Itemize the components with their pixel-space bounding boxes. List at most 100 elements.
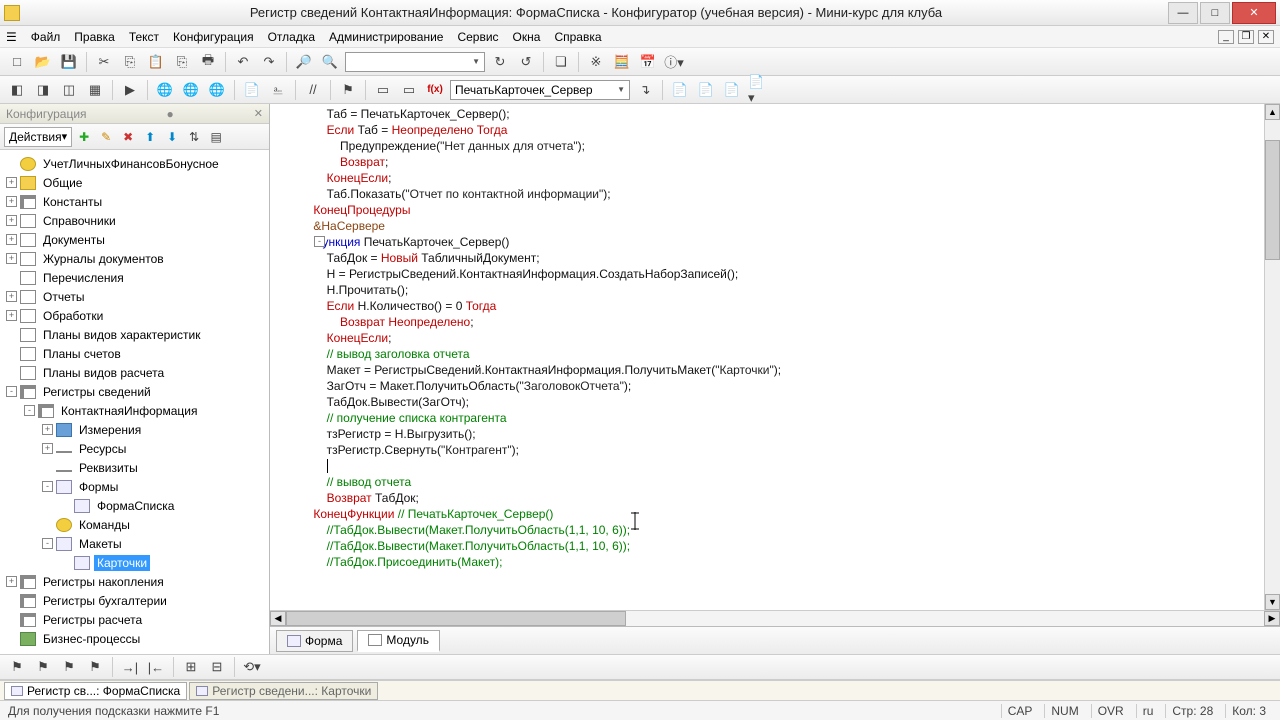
actions-dropdown[interactable]: Действия ▾ — [4, 127, 72, 147]
menu-text[interactable]: Текст — [129, 30, 159, 44]
doc-tab-2[interactable]: Регистр сведени...: Карточки — [189, 682, 378, 700]
tb2-icon-8[interactable]: 📄 — [241, 79, 263, 101]
mdi-close-button[interactable]: ✕ — [1258, 30, 1274, 44]
tb2-icon-17[interactable]: 📄▾ — [747, 79, 769, 101]
block-icon-2[interactable]: ⊟ — [206, 656, 228, 678]
tree-node[interactable]: УчетЛичныхФинансовБонусное — [2, 154, 267, 173]
minimize-button[interactable]: — — [1168, 2, 1198, 24]
maximize-button[interactable]: □ — [1200, 2, 1230, 24]
menu-admin[interactable]: Администрирование — [329, 30, 443, 44]
tree-node[interactable]: Бизнес-процессы — [2, 629, 267, 648]
tb2-icon-6[interactable]: 🌐 — [180, 79, 202, 101]
undo-icon[interactable]: ↶ — [232, 51, 254, 73]
windows-icon[interactable]: ❏ — [550, 51, 572, 73]
bm-icon-4[interactable]: ⚑ — [84, 656, 106, 678]
tree-node[interactable]: +Справочники — [2, 211, 267, 230]
tree-node[interactable]: Регистры расчета — [2, 610, 267, 629]
new-icon[interactable]: □ — [6, 51, 28, 73]
code-editor[interactable]: Таб = ПечатьКарточек_Сервер(); Если Таб … — [270, 104, 1280, 610]
tb2-icon-3[interactable]: ◫ — [58, 79, 80, 101]
tree-node[interactable]: Реквизиты — [2, 458, 267, 477]
tree-node[interactable]: Команды — [2, 515, 267, 534]
tree-node[interactable]: +Документы — [2, 230, 267, 249]
tree-node[interactable]: Регистры бухгалтерии — [2, 591, 267, 610]
find2-icon[interactable]: 🔍 — [319, 51, 341, 73]
tree-node[interactable]: -Формы — [2, 477, 267, 496]
props-icon[interactable]: ▤ — [206, 127, 226, 147]
tree-node[interactable]: Планы видов характеристик — [2, 325, 267, 344]
menu-help[interactable]: Справка — [554, 30, 601, 44]
tree-node[interactable]: +Обработки — [2, 306, 267, 325]
open-icon[interactable]: 📂 — [32, 51, 54, 73]
refresh2-icon[interactable]: ↺ — [515, 51, 537, 73]
save-icon[interactable]: 💾 — [58, 51, 80, 73]
menu-debug[interactable]: Отладка — [268, 30, 315, 44]
tree-node[interactable]: -КонтактнаяИнформация — [2, 401, 267, 420]
config-panel-close-icon[interactable]: ✕ — [254, 107, 263, 120]
tree-node[interactable]: +Регистры накопления — [2, 572, 267, 591]
bm-icon-1[interactable]: ⚑ — [6, 656, 28, 678]
misc-icon[interactable]: ⟲▾ — [241, 656, 263, 678]
tree-node[interactable]: Планы счетов — [2, 344, 267, 363]
tb2-icon-16[interactable]: 📄 — [721, 79, 743, 101]
procedure-combo[interactable]: ПечатьКарточек_Сервер▼ — [450, 80, 630, 100]
tb2-icon-11[interactable]: ▭ — [372, 79, 394, 101]
tb2-icon-1[interactable]: ◧ — [6, 79, 28, 101]
tree-node[interactable]: Планы видов расчета — [2, 363, 267, 382]
menu-service[interactable]: Сервис — [457, 30, 498, 44]
tree-node[interactable]: -Макеты — [2, 534, 267, 553]
calc-icon[interactable]: 🧮 — [611, 51, 633, 73]
tb2-icon-5[interactable]: 🌐 — [154, 79, 176, 101]
fn-icon[interactable]: f(x) — [424, 79, 446, 101]
paste-icon[interactable]: 📋 — [145, 51, 167, 73]
cut-icon[interactable]: ✂ — [93, 51, 115, 73]
run-icon[interactable]: ▶ — [119, 79, 141, 101]
add-icon[interactable]: ✚ — [74, 127, 94, 147]
tree-node[interactable]: +Константы — [2, 192, 267, 211]
tb2-icon-7[interactable]: 🌐 — [206, 79, 228, 101]
find-icon[interactable]: 🔎 — [293, 51, 315, 73]
copy-icon[interactable]: ⎘ — [119, 51, 141, 73]
refresh-icon[interactable]: ↻ — [489, 51, 511, 73]
search-combo[interactable]: ▼ — [345, 52, 485, 72]
tab-module[interactable]: Модуль — [357, 630, 440, 652]
copy2-icon[interactable]: ⎘ — [171, 51, 193, 73]
comment-icon[interactable]: // — [302, 79, 324, 101]
tb2-icon-14[interactable]: 📄 — [669, 79, 691, 101]
menu-edit[interactable]: Правка — [74, 30, 115, 44]
help-icon[interactable]: ⓘ▾ — [663, 51, 685, 73]
tb2-icon-15[interactable]: 📄 — [695, 79, 717, 101]
tree-node[interactable]: +Измерения — [2, 420, 267, 439]
tb2-icon-4[interactable]: ▦ — [84, 79, 106, 101]
doc-tab-1[interactable]: Регистр св...: ФормаСписка — [4, 682, 187, 700]
tb2-icon-9[interactable]: ⎁ — [267, 79, 289, 101]
sort-icon[interactable]: ⇅ — [184, 127, 204, 147]
redo-icon[interactable]: ↷ — [258, 51, 280, 73]
edit-icon[interactable]: ✎ — [96, 127, 116, 147]
mdi-restore-button[interactable]: ❐ — [1238, 30, 1254, 44]
tree-node[interactable]: -Регистры сведений — [2, 382, 267, 401]
bm-icon-2[interactable]: ⚑ — [32, 656, 54, 678]
print-icon[interactable]: 🖶 — [197, 51, 219, 73]
syntax-icon[interactable]: ※ — [585, 51, 607, 73]
tb2-icon-13[interactable]: ↴ — [634, 79, 656, 101]
tb2-icon-12[interactable]: ▭ — [398, 79, 420, 101]
tree-node[interactable]: +Отчеты — [2, 287, 267, 306]
delete-icon[interactable]: ✖ — [118, 127, 138, 147]
up-icon[interactable]: ⬆ — [140, 127, 160, 147]
tree-node[interactable]: +Ресурсы — [2, 439, 267, 458]
menu-config[interactable]: Конфигурация — [173, 30, 254, 44]
calendar-icon[interactable]: 📅 — [637, 51, 659, 73]
tb2-icon-2[interactable]: ◨ — [32, 79, 54, 101]
tree-node[interactable]: Перечисления — [2, 268, 267, 287]
tree-node[interactable]: ФормаСписка — [2, 496, 267, 515]
close-button[interactable]: ✕ — [1232, 2, 1276, 24]
outdent-icon[interactable]: |← — [145, 656, 167, 678]
tree-node[interactable]: +Общие — [2, 173, 267, 192]
app-menu-icon[interactable]: ☰ — [6, 30, 17, 44]
block-icon-1[interactable]: ⊞ — [180, 656, 202, 678]
config-tree[interactable]: УчетЛичныхФинансовБонусное+Общие+Констан… — [0, 150, 269, 654]
tab-form[interactable]: Форма — [276, 630, 353, 652]
menu-file[interactable]: Файл — [31, 30, 61, 44]
horizontal-scrollbar[interactable]: ◀▶ — [270, 610, 1280, 626]
